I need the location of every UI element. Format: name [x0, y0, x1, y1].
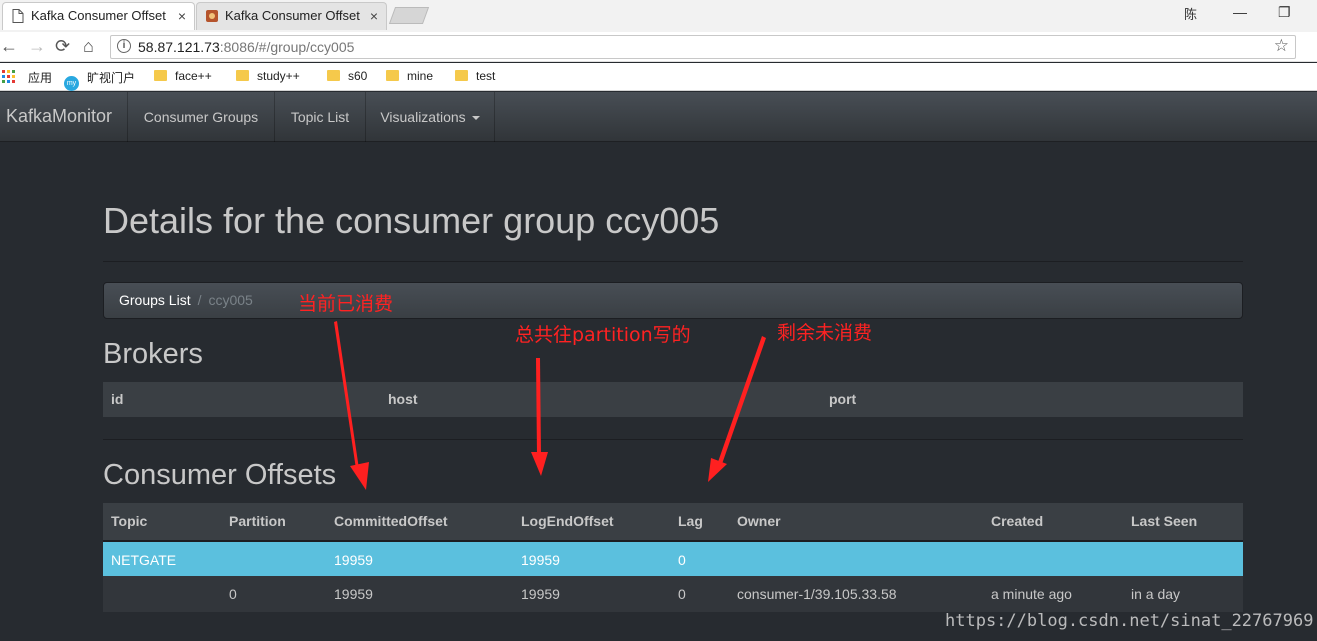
tab-title: Kafka Consumer Offset: [31, 8, 166, 23]
cell-owner: consumer-1/39.105.33.58: [737, 586, 897, 602]
page-title: Details for the consumer group ccy005: [103, 200, 720, 241]
cell-committed: 19959: [334, 552, 373, 568]
minimize-icon[interactable]: —: [1233, 4, 1247, 20]
col-owner: Owner: [737, 513, 781, 529]
arrow-total: [531, 358, 548, 476]
apps-grid-icon[interactable]: [2, 70, 16, 84]
divider: [103, 261, 1243, 262]
table-row-topic[interactable]: NETGATE 19959 19959 0: [103, 540, 1243, 576]
brokers-heading: Brokers: [103, 338, 203, 370]
close-tab-icon[interactable]: ×: [178, 3, 186, 29]
bookmark-apps[interactable]: 应用: [28, 69, 52, 86]
folder-icon: [327, 70, 340, 81]
annotation-total: 总共往partition写的: [515, 324, 691, 346]
nav-label: Visualizations: [380, 109, 466, 125]
user-profile-icon[interactable]: 陈: [1184, 4, 1197, 23]
divider: [103, 439, 1243, 440]
col-logend-offset: LogEndOffset: [521, 513, 614, 529]
col-lag: Lag: [678, 513, 703, 529]
portal-icon: my: [64, 76, 79, 91]
cell-logend: 19959: [521, 586, 560, 602]
offsets-table-header: Topic Partition CommittedOffset LogEndOf…: [103, 503, 1243, 540]
bookmark-label: test: [476, 69, 496, 83]
bookmark-portal[interactable]: my 旷视门户: [64, 69, 135, 91]
nav-topic-list[interactable]: Topic List: [274, 92, 365, 142]
url-host: 58.87.121.73: [138, 39, 220, 55]
cell-lag: 0: [678, 586, 686, 602]
col-topic: Topic: [111, 513, 148, 529]
bookmark-label: face++: [175, 69, 212, 83]
page-icon: [12, 9, 24, 23]
bookmark-label: 旷视门户: [87, 71, 136, 85]
cell-logend: 19959: [521, 552, 560, 568]
col-created: Created: [991, 513, 1044, 529]
bookmark-star-icon[interactable]: ☆: [1274, 36, 1289, 56]
folder-icon: [455, 70, 468, 81]
breadcrumb: Groups List / ccy005: [103, 282, 1243, 319]
new-tab-button[interactable]: [388, 7, 430, 24]
brand-logo[interactable]: KafkaMonitor: [6, 106, 112, 127]
address-bar[interactable]: i 58.87.121.73:8086/#/group/ccy005 ☆: [110, 35, 1296, 59]
table-row-partition[interactable]: 0 19959 19959 0 consumer-1/39.105.33.58 …: [103, 576, 1243, 612]
browser-toolbar: ← → ⟳ ⌂ i 58.87.121.73:8086/#/group/ccy0…: [0, 32, 1317, 62]
cell-created: a minute ago: [991, 586, 1072, 602]
bookmark-test[interactable]: test: [455, 69, 495, 83]
cell-partition: 0: [229, 586, 237, 602]
bookmark-face[interactable]: face++: [154, 69, 212, 83]
watermark: https://blog.csdn.net/sinat_22767969: [945, 611, 1314, 631]
browser-tab-1[interactable]: Kafka Consumer Offset ×: [2, 2, 195, 30]
forward-icon[interactable]: →: [28, 37, 46, 55]
url-path: :8086/#/group/ccy005: [219, 39, 355, 55]
annotation-consumed: 当前已消费: [298, 293, 394, 315]
nav-visualizations[interactable]: Visualizations: [365, 92, 495, 142]
home-icon[interactable]: ⌂: [83, 37, 94, 55]
col-committed-offset: CommittedOffset: [334, 513, 448, 529]
bookmark-study[interactable]: study++: [236, 69, 300, 83]
bookmarks-bar: 应用 my 旷视门户 face++ study++ s60 mine test: [0, 63, 1317, 91]
breadcrumb-current: ccy005: [208, 292, 253, 308]
cell-last-seen: in a day: [1131, 586, 1181, 602]
col-host: host: [388, 391, 418, 407]
app-navbar: KafkaMonitor Consumer Groups Topic List …: [0, 92, 1317, 142]
consumer-offsets-heading: Consumer Offsets: [103, 459, 337, 491]
col-id: id: [111, 391, 124, 407]
info-icon[interactable]: i: [117, 39, 131, 53]
kafka-favicon-icon: [206, 10, 218, 22]
brokers-table-header: id host port: [103, 382, 1243, 417]
col-last-seen: Last Seen: [1131, 513, 1198, 529]
col-partition: Partition: [229, 513, 286, 529]
annotation-remaining: 剩余未消费: [777, 322, 873, 344]
caret-down-icon: [471, 116, 480, 121]
folder-icon: [386, 70, 399, 81]
browser-tab-strip: Kafka Consumer Offset × Kafka Consumer O…: [0, 0, 1317, 32]
reload-icon[interactable]: ⟳: [55, 37, 70, 55]
browser-tab-2[interactable]: Kafka Consumer Offset ×: [196, 2, 387, 30]
cell-lag: 0: [678, 552, 686, 568]
col-port: port: [829, 391, 857, 407]
cell-committed: 19959: [334, 586, 373, 602]
cell-topic: NETGATE: [111, 552, 177, 568]
bookmark-label: mine: [407, 69, 434, 83]
bookmark-label: s60: [348, 69, 368, 83]
close-tab-icon[interactable]: ×: [370, 3, 378, 29]
tab-title: Kafka Consumer Offset: [225, 8, 360, 23]
bookmark-s60[interactable]: s60: [327, 69, 367, 83]
nav-consumer-groups[interactable]: Consumer Groups: [127, 92, 274, 142]
restore-icon[interactable]: ❐: [1278, 4, 1291, 21]
back-icon[interactable]: ←: [0, 37, 18, 55]
folder-icon: [236, 70, 249, 81]
url-text: 58.87.121.73:8086/#/group/ccy005: [138, 39, 354, 55]
bookmark-mine[interactable]: mine: [386, 69, 433, 83]
folder-icon: [154, 70, 167, 81]
bookmark-label: study++: [257, 69, 300, 83]
breadcrumb-separator: /: [197, 292, 202, 308]
breadcrumb-groups-link[interactable]: Groups List: [119, 292, 191, 308]
